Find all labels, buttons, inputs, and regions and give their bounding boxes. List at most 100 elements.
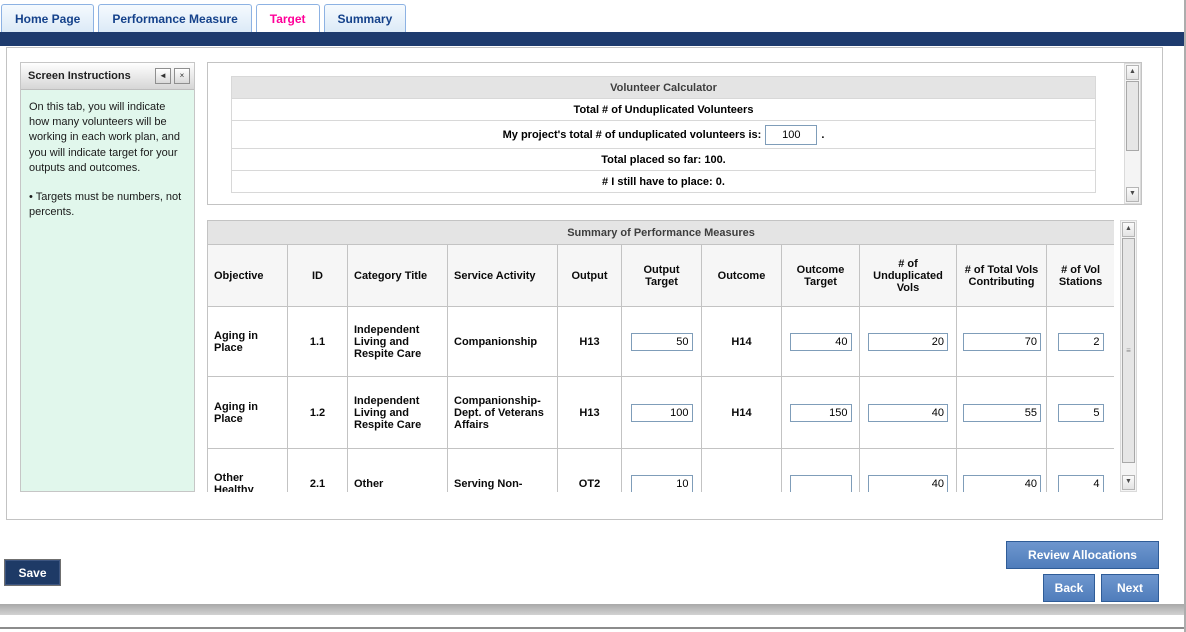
screen-instructions-title: Screen Instructions (28, 70, 131, 82)
table-row: Aging in Place 1.1 Independent Living an… (208, 307, 1115, 377)
column-header-output: Output (558, 245, 622, 307)
category-title-cell: Other (348, 449, 448, 493)
tab-label: Target (270, 12, 306, 26)
back-button[interactable]: Back (1043, 574, 1095, 602)
vol-stations-cell (1047, 449, 1115, 493)
total-vols-contributing-cell (957, 449, 1047, 493)
category-title-cell: Independent Living and Respite Care (348, 307, 448, 377)
output-target-input[interactable] (631, 404, 693, 422)
output-target-cell (622, 307, 702, 377)
total-vols-contributing-input[interactable] (963, 333, 1041, 351)
column-header-service-activity: Service Activity (448, 245, 558, 307)
performance-measures-section: Summary of Performance Measures Objectiv… (207, 220, 1137, 492)
column-header-outcome: Outcome (702, 245, 782, 307)
vol-stations-input[interactable] (1058, 475, 1104, 493)
calculator-section-header: Total # of Unduplicated Volunteers (232, 99, 1096, 121)
tab-performance-measure[interactable]: Performance Measure (98, 4, 251, 32)
scroll-down-icon[interactable]: ▼ (1122, 475, 1135, 490)
output-cell: H13 (558, 307, 622, 377)
screen-instructions-header: Screen Instructions ◄ × (21, 63, 194, 90)
unduplicated-volunteers-input[interactable] (765, 125, 817, 145)
output-cell: H13 (558, 377, 622, 449)
performance-measures-viewport: Summary of Performance Measures Objectiv… (207, 220, 1114, 492)
outcome-target-input[interactable] (790, 475, 852, 493)
volunteer-calculator-content: Volunteer Calculator Total # of Unduplic… (208, 63, 1124, 204)
tab-label: Performance Measure (112, 12, 237, 26)
id-cell: 2.1 (288, 449, 348, 493)
summary-scrollbar-thumb[interactable]: ≡ (1122, 238, 1135, 463)
screen-instructions-body: On this tab, you will indicate how many … (21, 90, 194, 230)
screen-instructions-panel: Screen Instructions ◄ × On this tab, you… (20, 62, 195, 492)
review-allocations-button[interactable]: Review Allocations (1006, 541, 1159, 569)
status-bar (0, 604, 1184, 615)
objective-cell: Aging in Place (208, 307, 288, 377)
unduplicated-vols-input[interactable] (868, 404, 948, 422)
output-target-input[interactable] (631, 475, 693, 493)
id-cell: 1.2 (288, 377, 348, 449)
column-header-outcome-target: Outcome Target (782, 245, 860, 307)
column-header-unduplicated-vols: # of Unduplicated Vols (860, 245, 957, 307)
id-cell: 1.1 (288, 307, 348, 377)
outcome-target-cell (782, 307, 860, 377)
tab-summary[interactable]: Summary (324, 4, 407, 32)
footer: Save Review Allocations Back Next (0, 520, 1184, 604)
total-vols-contributing-cell (957, 307, 1047, 377)
output-cell: OT2 (558, 449, 622, 493)
outcome-target-input[interactable] (790, 404, 852, 422)
tab-home-page[interactable]: Home Page (1, 4, 94, 32)
outcome-target-cell (782, 449, 860, 493)
unduplicated-vols-cell (860, 449, 957, 493)
summary-scrollbar[interactable]: ▲ ≡ ▼ (1120, 220, 1137, 492)
tab-bar: Home Page Performance Measure Target Sum… (0, 0, 1184, 32)
service-activity-cell: Serving Non- (448, 449, 558, 493)
volunteer-calculator-table: Volunteer Calculator Total # of Unduplic… (231, 76, 1096, 193)
performance-measures-table: Summary of Performance Measures Objectiv… (207, 220, 1114, 492)
next-button[interactable]: Next (1101, 574, 1159, 602)
calculator-scrollbar[interactable]: ▲ ▼ (1124, 63, 1141, 204)
scrollbar-grip-icon: ≡ (1126, 346, 1131, 355)
close-panel-icon[interactable]: × (174, 68, 190, 84)
unduplicated-vols-cell (860, 307, 957, 377)
service-activity-cell: Companionship (448, 307, 558, 377)
outcome-target-input[interactable] (790, 333, 852, 351)
calculator-scrollbar-thumb[interactable] (1126, 81, 1139, 151)
calculator-title: Volunteer Calculator (232, 77, 1096, 99)
screen-instructions-controls: ◄ × (152, 68, 190, 84)
outcome-cell (702, 449, 782, 493)
total-vols-contributing-input[interactable] (963, 404, 1041, 422)
output-target-input[interactable] (631, 333, 693, 351)
total-vols-contributing-input[interactable] (963, 475, 1041, 493)
scroll-up-icon[interactable]: ▲ (1126, 65, 1139, 80)
app-window: Home Page Performance Measure Target Sum… (0, 0, 1186, 632)
save-button[interactable]: Save (4, 559, 61, 586)
column-header-vol-stations: # of Vol Stations (1047, 245, 1115, 307)
unduplicated-vols-input[interactable] (868, 333, 948, 351)
column-header-category-title: Category Title (348, 245, 448, 307)
output-target-cell (622, 377, 702, 449)
column-header-objective: Objective (208, 245, 288, 307)
column-header-output-target: Output Target (622, 245, 702, 307)
column-header-id: ID (288, 245, 348, 307)
total-vols-contributing-cell (957, 377, 1047, 449)
still-to-place-text: # I still have to place: 0. (232, 171, 1096, 193)
window-bottom-border (0, 627, 1184, 629)
content-panel: Screen Instructions ◄ × On this tab, you… (6, 47, 1163, 520)
vol-stations-input[interactable] (1058, 333, 1104, 351)
scroll-down-icon[interactable]: ▼ (1126, 187, 1139, 202)
vol-stations-cell (1047, 377, 1115, 449)
calculator-input-row: My project's total # of unduplicated vol… (232, 121, 1096, 149)
tab-label: Summary (338, 12, 393, 26)
collapse-panel-icon[interactable]: ◄ (155, 68, 171, 84)
tab-label: Home Page (15, 12, 80, 26)
vol-stations-input[interactable] (1058, 404, 1104, 422)
vol-stations-cell (1047, 307, 1115, 377)
unduplicated-vols-input[interactable] (868, 475, 948, 493)
table-header-row: Objective ID Category Title Service Acti… (208, 245, 1115, 307)
outcome-cell: H14 (702, 307, 782, 377)
outcome-cell: H14 (702, 377, 782, 449)
output-target-cell (622, 449, 702, 493)
scroll-up-icon[interactable]: ▲ (1122, 222, 1135, 237)
objective-cell: Aging in Place (208, 377, 288, 449)
tab-target[interactable]: Target (256, 4, 320, 32)
objective-cell: Other Healthy (208, 449, 288, 493)
